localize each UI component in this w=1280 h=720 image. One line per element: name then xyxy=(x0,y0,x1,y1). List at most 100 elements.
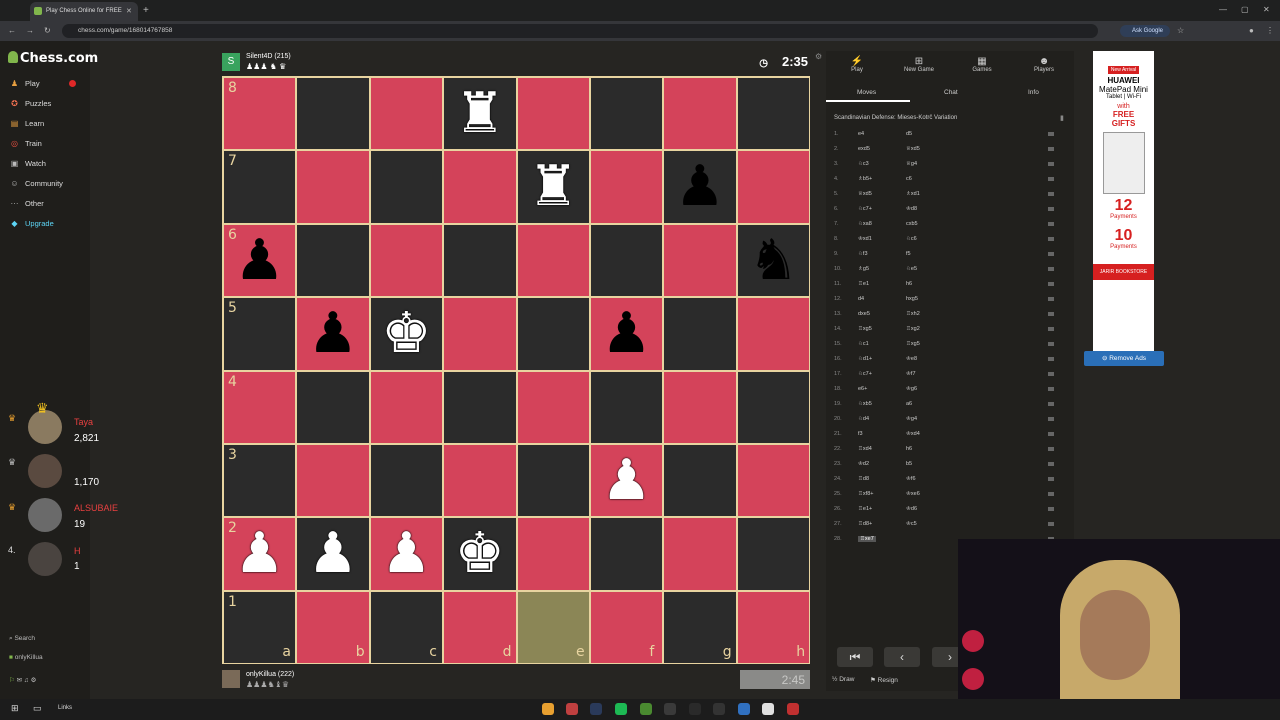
chess-logo[interactable]: Chess.com xyxy=(8,51,98,66)
square-b7[interactable] xyxy=(296,150,370,224)
piece-f5[interactable]: ♟ xyxy=(590,297,663,370)
square-g2[interactable] xyxy=(663,517,737,591)
square-e3[interactable] xyxy=(516,444,590,518)
white-move[interactable]: ♖d8 xyxy=(858,476,869,482)
white-move[interactable]: ♘f3 xyxy=(858,251,868,257)
taskview-icon[interactable]: ▭ xyxy=(33,703,42,714)
square-h3[interactable] xyxy=(736,444,811,518)
black-move[interactable]: a6 xyxy=(906,401,912,407)
move-row[interactable]: 12. d4 hxg5 xyxy=(826,293,1066,308)
white-move[interactable]: ♖e1 xyxy=(858,281,869,287)
url-field[interactable]: chess.com/game/168014767858 xyxy=(62,24,1098,38)
white-move[interactable]: ♖xd4 xyxy=(858,446,872,452)
white-move[interactable]: ♔d2 xyxy=(858,461,869,467)
new-tab-icon[interactable]: + xyxy=(143,5,149,16)
move-row[interactable]: 1. e4 d5 xyxy=(826,128,1066,143)
square-g4[interactable] xyxy=(663,370,737,444)
square-c4[interactable] xyxy=(369,370,444,444)
white-move[interactable]: ♘c7+ xyxy=(858,206,872,212)
square-e5[interactable] xyxy=(516,297,590,371)
bookmark-star-icon[interactable]: ☆ xyxy=(1177,26,1184,35)
piece-f3[interactable]: ♟ xyxy=(590,444,663,517)
square-b6[interactable] xyxy=(296,223,370,298)
windows-icon[interactable]: ⊞ xyxy=(11,703,19,714)
opponent-name[interactable]: Silent4D (215) xyxy=(246,53,291,60)
sidebar-item-learn[interactable]: ▤ Learn xyxy=(10,119,44,128)
panel-tab-play[interactable]: ⚡ Play xyxy=(837,56,877,73)
resign-button[interactable]: ⚑ Resign xyxy=(870,676,898,684)
draw-button[interactable]: ½ Draw xyxy=(832,676,854,683)
black-move[interactable]: ♔xe6 xyxy=(906,491,920,497)
panel-tab-players[interactable]: ☻ Players xyxy=(1024,56,1064,73)
back-icon[interactable]: ← xyxy=(8,26,16,35)
black-move[interactable]: hxg5 xyxy=(906,296,918,302)
white-move[interactable]: ♕xd5 xyxy=(858,191,872,197)
sidebar-user[interactable]: ■ onlyKillua xyxy=(9,654,43,661)
black-move[interactable]: ♔d8 xyxy=(906,206,917,212)
move-row[interactable]: 4. ♗b5+ c6 xyxy=(826,173,1066,188)
square-d5[interactable] xyxy=(443,297,517,371)
move-row[interactable]: 23. ♔d2 b5 xyxy=(826,458,1066,473)
move-row[interactable]: 20. ♘d4 ♔g4 xyxy=(826,413,1066,428)
move-row[interactable]: 10. ♗g5 ♘e5 xyxy=(826,263,1066,278)
sidebar-bottom-icons[interactable]: ⚐ ✉ ♫ ⚙ xyxy=(9,676,36,684)
black-move[interactable]: b5 xyxy=(906,461,912,467)
piece-c5[interactable]: ♚ xyxy=(370,297,443,370)
panel-tab-new-game[interactable]: ⊞ New Game xyxy=(899,56,939,73)
square-f6[interactable] xyxy=(590,223,664,298)
first-move-button[interactable]: ⏮ xyxy=(837,647,873,667)
square-d4[interactable] xyxy=(443,370,517,444)
piece-d8[interactable]: ♜ xyxy=(443,77,516,150)
settings-taskbar-icon[interactable] xyxy=(713,703,725,715)
white-move[interactable]: ♖e1+ xyxy=(858,506,872,512)
square-f2[interactable] xyxy=(590,517,664,591)
white-move[interactable]: ♘xa8 xyxy=(858,221,872,227)
white-move[interactable]: ♘c1 xyxy=(858,341,869,347)
black-move[interactable]: ♘c6 xyxy=(906,236,917,242)
square-g5[interactable] xyxy=(663,297,737,371)
move-row[interactable]: 21. f3 ♔xd4 xyxy=(826,428,1066,443)
piece-e7[interactable]: ♜ xyxy=(517,150,590,223)
piece-b5[interactable]: ♟ xyxy=(296,297,369,370)
player-avatar[interactable] xyxy=(222,670,240,688)
minimize-icon[interactable]: — xyxy=(1219,5,1227,14)
piece-c2[interactable]: ♟ xyxy=(370,517,443,590)
black-move[interactable]: ♘e5 xyxy=(906,266,917,272)
sidebar-item-upgrade[interactable]: ◆ Upgrade xyxy=(10,219,53,228)
white-move[interactable]: ♗b5+ xyxy=(858,176,872,182)
app-taskbar-icon[interactable] xyxy=(762,703,774,715)
black-move[interactable]: ♕xd5 xyxy=(906,146,920,152)
app-taskbar-icon[interactable] xyxy=(689,703,701,715)
panel-tab-games[interactable]: ▦ Games xyxy=(962,56,1002,73)
square-e6[interactable] xyxy=(516,223,590,298)
subtab-moves[interactable]: Moves xyxy=(857,89,876,96)
white-move[interactable]: f3 xyxy=(858,431,863,437)
white-move[interactable]: ♗g5 xyxy=(858,266,869,272)
browser-menu-icon[interactable]: ⋮ xyxy=(1266,26,1274,35)
move-row[interactable]: 26. ♖e1+ ♔d6 xyxy=(826,503,1066,518)
black-move[interactable]: c6 xyxy=(906,176,912,182)
move-row[interactable]: 19. ♘xb5 a6 xyxy=(826,398,1066,413)
square-f4[interactable] xyxy=(590,370,664,444)
white-move[interactable]: exd5 xyxy=(858,146,870,152)
move-row[interactable]: 25. ♖xf8+ ♔xe6 xyxy=(826,488,1066,503)
black-move[interactable]: d5 xyxy=(906,131,912,137)
white-move[interactable]: ♖xf8+ xyxy=(858,491,873,497)
white-move[interactable]: ♔xd1 xyxy=(858,236,872,242)
move-row[interactable]: 2. exd5 ♕xd5 xyxy=(826,143,1066,158)
move-row[interactable]: 13. dxe5 ♖xh2 xyxy=(826,308,1066,323)
move-row[interactable]: 14. ♖xg5 ♖xg2 xyxy=(826,323,1066,338)
move-row[interactable]: 6. ♘c7+ ♔d8 xyxy=(826,203,1066,218)
black-move[interactable]: f5 xyxy=(906,251,911,257)
white-move[interactable]: ♖xg5 xyxy=(858,326,872,332)
black-move[interactable]: ♖xh2 xyxy=(906,311,920,317)
settings-icon[interactable]: ⚙ xyxy=(31,677,37,684)
black-move[interactable]: ♔g6 xyxy=(906,386,917,392)
sidebar-item-watch[interactable]: ▣ Watch xyxy=(10,159,46,168)
advertisement[interactable]: New Arrival HUAWEI MatePad Mini Tablet |… xyxy=(1093,51,1154,351)
forward-icon[interactable]: → xyxy=(26,26,34,35)
square-g3[interactable] xyxy=(663,444,737,518)
ask-google-button[interactable]: Ask Google xyxy=(1120,25,1170,37)
square-c3[interactable] xyxy=(369,444,444,518)
profile-avatar[interactable]: ● xyxy=(1249,26,1254,35)
